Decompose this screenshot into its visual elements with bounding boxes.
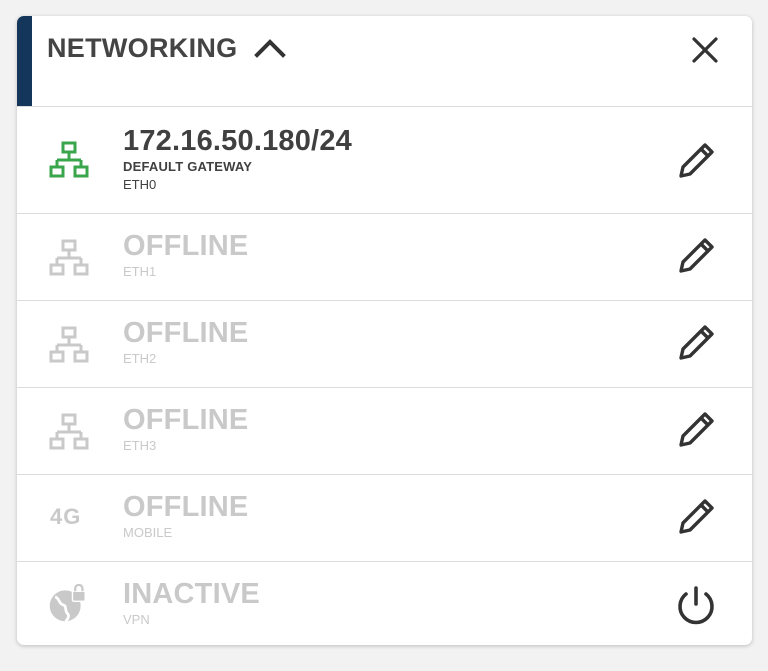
interface-name: VPN <box>123 612 150 627</box>
interface-row-eth3: OFFLINE ETH3 <box>17 388 752 475</box>
edit-icon[interactable] <box>672 406 720 454</box>
interface-name: ETH2 <box>123 351 157 366</box>
globe-lock-icon <box>49 584 86 623</box>
panel-title: NETWORKING <box>47 33 238 63</box>
collapse-toggle[interactable]: NETWORKING <box>47 30 287 66</box>
network-icon <box>49 239 89 276</box>
interface-name: MOBILE <box>123 525 173 540</box>
network-icon <box>49 326 89 363</box>
interface-row-vpn: INACTIVE VPN <box>17 562 752 645</box>
interface-row-eth2: OFFLINE ETH2 <box>17 301 752 388</box>
4g-icon: 4G <box>50 504 82 529</box>
interface-row-eth0: 172.16.50.180/24 DEFAULT GATEWAY ETH0 <box>17 107 752 214</box>
interface-name: ETH0 <box>123 177 157 192</box>
network-icon <box>49 141 89 178</box>
interface-status: OFFLINE <box>123 404 249 436</box>
interface-status: OFFLINE <box>123 491 249 523</box>
interface-name: ETH1 <box>123 264 157 279</box>
interface-status: OFFLINE <box>123 230 249 262</box>
default-gateway-label: DEFAULT GATEWAY <box>123 159 253 174</box>
interface-name: ETH3 <box>123 438 157 453</box>
power-icon[interactable] <box>672 582 720 630</box>
networking-panel: NETWORKING 172.16.50.180/24 DEFAULT GATE… <box>17 16 752 645</box>
edit-icon[interactable] <box>672 493 720 541</box>
accent-bar <box>17 16 32 106</box>
panel-header: NETWORKING <box>17 16 752 107</box>
chevron-up-icon <box>254 39 287 58</box>
interface-status: OFFLINE <box>123 317 249 349</box>
edit-icon[interactable] <box>672 232 720 280</box>
close-icon[interactable] <box>688 36 722 66</box>
edit-icon[interactable] <box>672 137 720 185</box>
vpn-status: INACTIVE <box>123 578 260 610</box>
network-icon <box>49 413 89 450</box>
interface-row-mobile: 4G OFFLINE MOBILE <box>17 475 752 562</box>
interface-row-eth1: OFFLINE ETH1 <box>17 214 752 301</box>
interface-address: 172.16.50.180/24 <box>123 125 352 157</box>
edit-icon[interactable] <box>672 319 720 367</box>
